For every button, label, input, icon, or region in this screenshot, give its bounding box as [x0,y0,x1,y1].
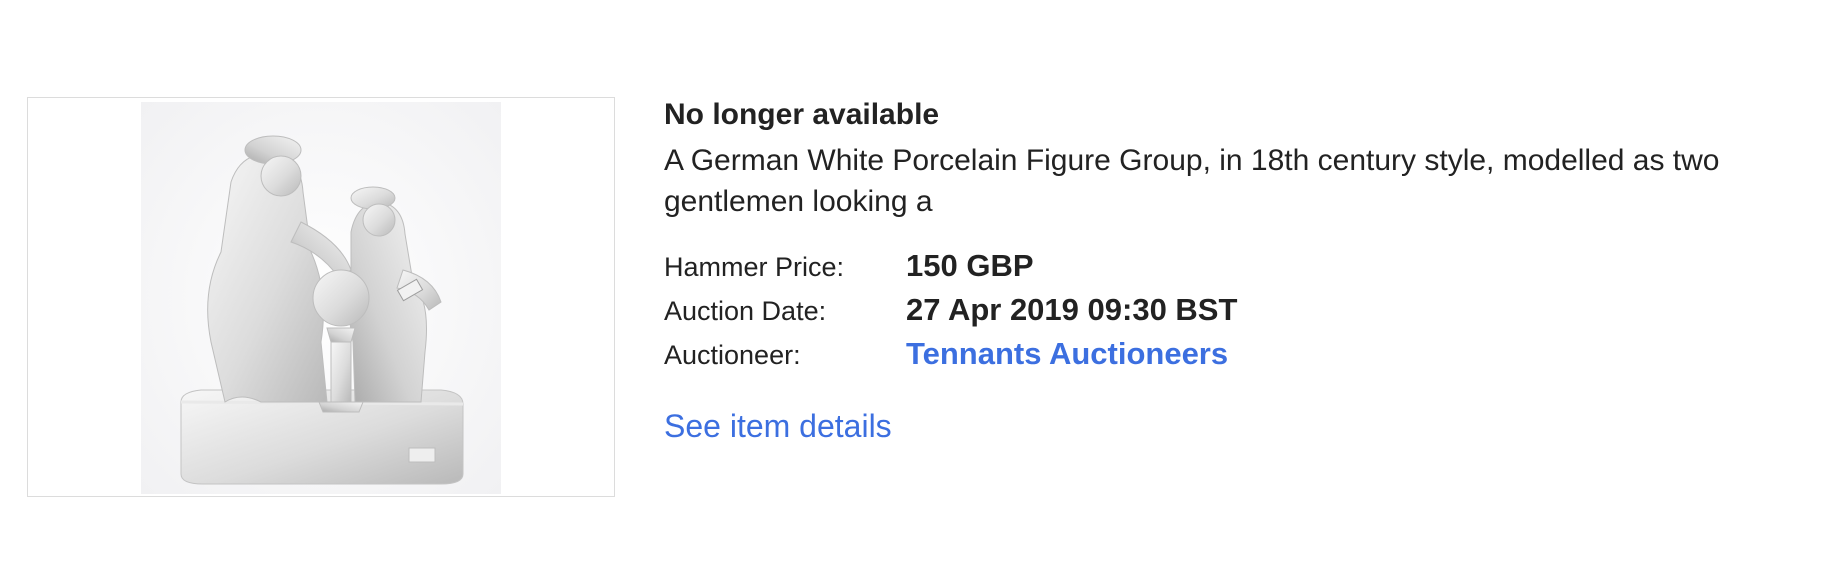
hammer-price-value: 150 GBP [906,248,1034,283]
auction-date-value: 27 Apr 2019 09:30 BST [906,292,1238,327]
availability-status: No longer available [664,98,940,131]
auction-date-label: Auction Date: [664,296,827,326]
auctioneer-row: Auctioneer: Tennants Auctioneers [664,336,1814,380]
porcelain-figure-image [141,102,501,494]
auction-date-row: Auction Date: 27 Apr 2019 09:30 BST [664,292,1814,336]
auction-listing-card: No longer available A German White Porce… [0,0,1838,576]
auctioneer-link[interactable]: Tennants Auctioneers [906,336,1228,372]
item-thumbnail[interactable] [27,97,615,497]
auction-facts: Hammer Price: 150 GBP Auction Date: 27 A… [664,248,1814,380]
hammer-price-label: Hammer Price: [664,252,845,282]
see-item-details-link[interactable]: See item details [664,408,892,445]
auctioneer-label: Auctioneer: [664,340,801,370]
listing-info: No longer available A German White Porce… [664,96,1814,445]
item-title: A German White Porcelain Figure Group, i… [664,144,1720,218]
hammer-price-row: Hammer Price: 150 GBP [664,248,1814,292]
